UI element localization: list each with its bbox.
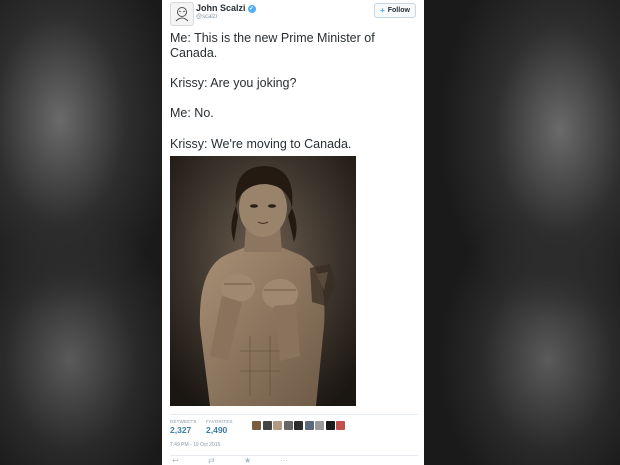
follow-label: Follow <box>387 7 410 14</box>
tweet-text-line-4: Krissy: We're moving to Canada. <box>170 137 352 151</box>
retweet-icon[interactable]: ⇄ <box>208 457 215 465</box>
tweet-text-line-1: Me: This is the new Prime Minister of Ca… <box>170 31 375 60</box>
favorites-count: 2,490 <box>206 425 228 435</box>
tweet-stats: RETWEETS 2,327 FAVORITES 2,490 <box>170 414 418 443</box>
more-dots-icon[interactable]: ··· <box>280 457 288 465</box>
favoriter-avatar[interactable] <box>252 421 261 430</box>
scalzi-avatar-icon[interactable] <box>170 2 194 26</box>
favoriter-avatar[interactable] <box>336 421 345 430</box>
retweets-count: 2,327 <box>170 425 192 435</box>
favorites-label: FAVORITES <box>206 419 233 424</box>
tweet-timestamp[interactable]: 7:49 PM - 19 Oct 2015 <box>170 442 220 448</box>
favorite-star-icon[interactable]: ★ <box>244 457 251 465</box>
verified-badge-icon: ✓ <box>247 5 256 13</box>
reply-icon[interactable]: ↩ <box>172 457 179 465</box>
tweet-card: John Scalzi ✓ @scalzi + Follow Me: This i… <box>162 0 424 465</box>
favoriter-avatar[interactable] <box>315 421 324 430</box>
favoriter-avatar[interactable] <box>262 421 272 430</box>
favoriter-avatars <box>252 421 345 430</box>
tweet-actions: ↩ ⇄ ★ ··· <box>170 455 418 465</box>
tweet-text-line-3: Me: No. <box>170 106 214 120</box>
retweets-stat[interactable]: RETWEETS 2,327 <box>170 419 197 435</box>
favoriter-avatar[interactable] <box>325 421 335 430</box>
retweets-label: RETWEETS <box>170 419 197 424</box>
favoriter-avatar[interactable] <box>294 421 303 430</box>
favoriter-avatar[interactable] <box>283 421 293 430</box>
tweet-photo[interactable] <box>170 156 356 406</box>
favoriter-avatar[interactable] <box>273 421 282 430</box>
tweet-text-line-2: Krissy: Are you joking? <box>170 76 297 90</box>
author-name[interactable]: John Scalzi ✓ <box>196 3 256 13</box>
favoriter-avatar[interactable] <box>304 421 314 430</box>
favorites-stat[interactable]: FAVORITES 2,490 <box>206 419 233 435</box>
tweet-header: John Scalzi ✓ @scalzi + Follow <box>170 2 418 26</box>
author-name-text: John Scalzi <box>196 3 246 13</box>
follow-button[interactable]: + Follow <box>374 3 416 18</box>
author-handle[interactable]: @scalzi <box>196 14 217 20</box>
follow-user-icon: + <box>380 6 385 15</box>
